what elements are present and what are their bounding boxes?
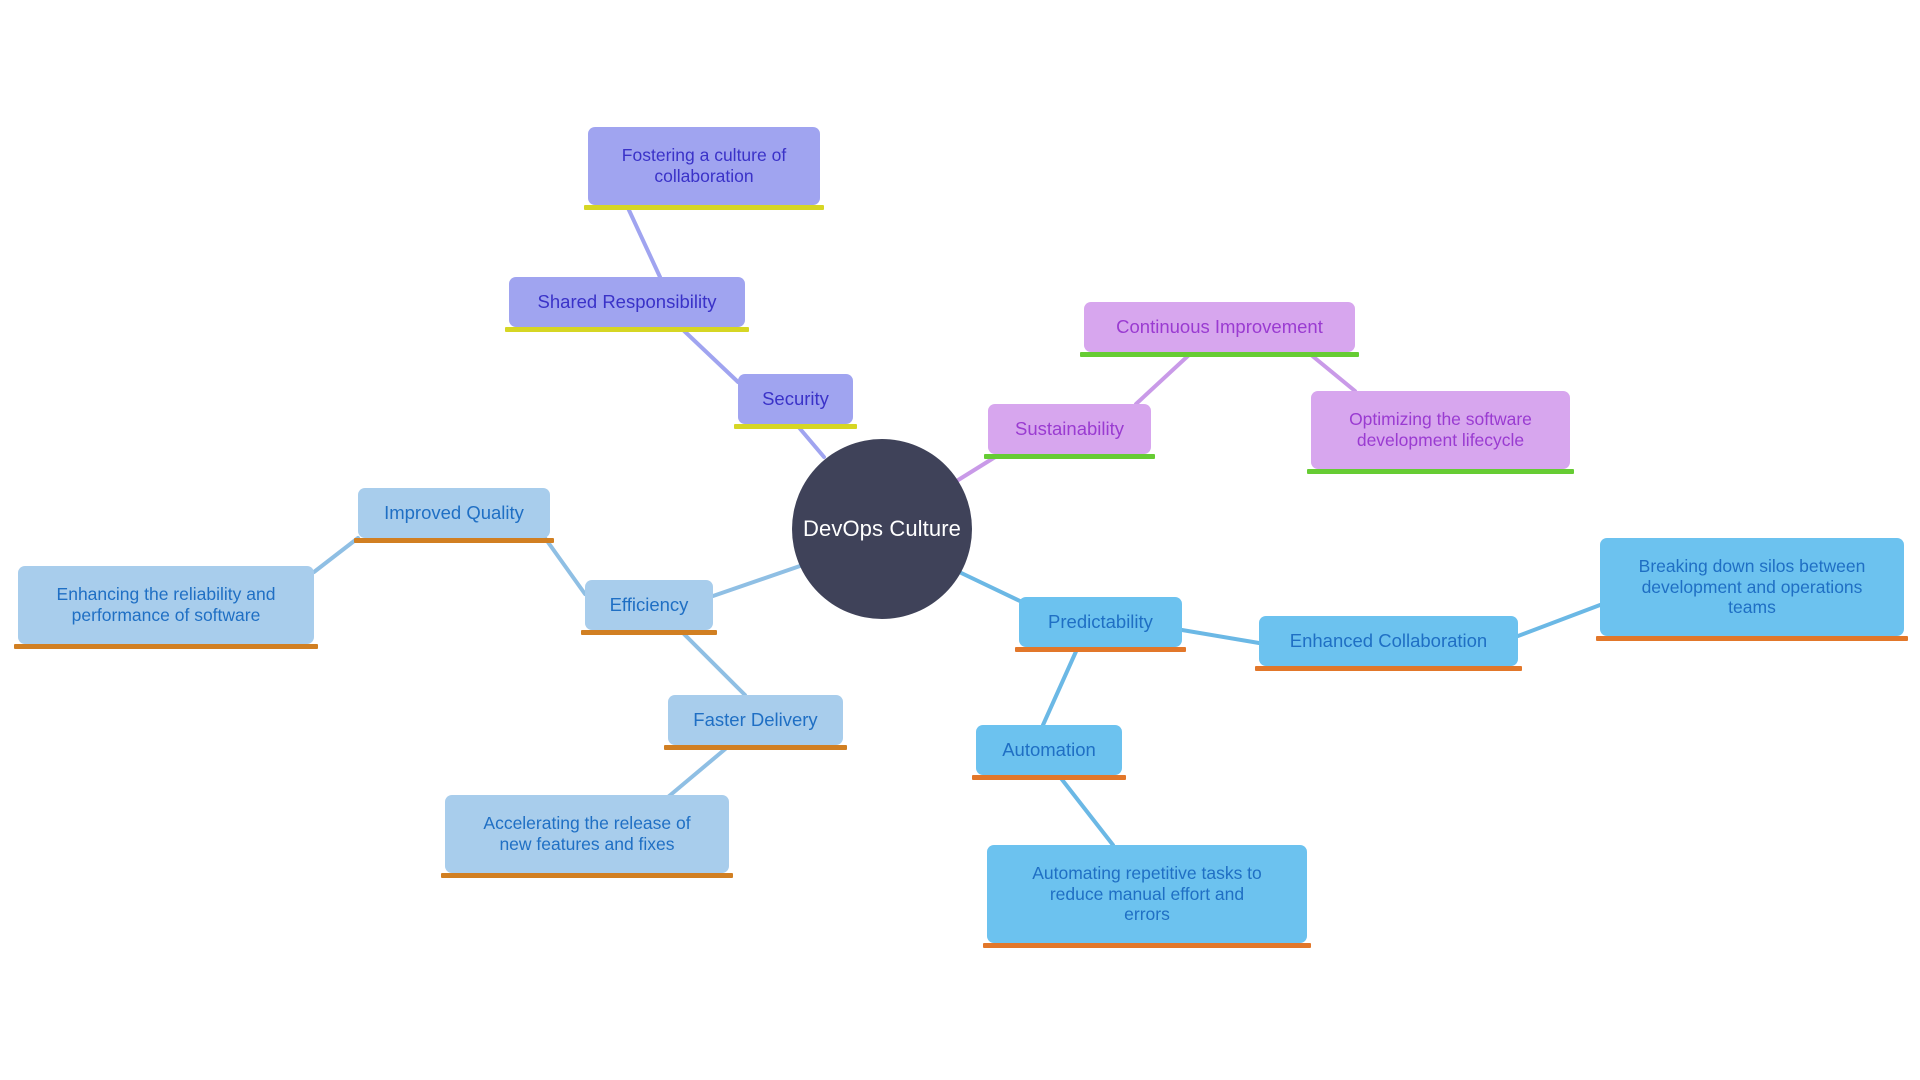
node-label-automating: Automating repetitive tasks to reduce ma… xyxy=(1032,863,1262,925)
node-label-enhancing: Enhancing the reliability and performanc… xyxy=(56,584,276,625)
node-sustainability[interactable]: Sustainability xyxy=(984,404,1155,459)
edge-improved-to-enhancing xyxy=(312,536,360,574)
edge-predictability-to-collaboration xyxy=(1180,628,1261,645)
node-predictability[interactable]: Predictability xyxy=(1015,597,1186,652)
node-shared[interactable]: Shared Responsibility xyxy=(505,277,749,332)
node-label-fostering: Fostering a culture of collaboration xyxy=(621,145,787,186)
node-label-efficiency: Efficiency xyxy=(609,594,689,616)
edge-sustainability-to-continuous xyxy=(1134,352,1192,406)
mind-map-canvas: Fostering a culture of collaboration Shar… xyxy=(0,0,1920,1080)
edge-continuous-to-optimizing xyxy=(1308,352,1357,393)
node-continuous[interactable]: Continuous Improvement xyxy=(1080,302,1359,357)
node-label-faster: Faster Delivery xyxy=(693,709,818,731)
node-label-optimizing: Optimizing the software development life… xyxy=(1349,409,1532,450)
root-node-devops-culture[interactable]: DevOps Culture xyxy=(792,439,972,619)
node-silos[interactable]: Breaking down silos between development … xyxy=(1596,538,1908,641)
node-faster[interactable]: Faster Delivery xyxy=(664,695,847,750)
node-label-silos: Breaking down silos between development … xyxy=(1638,556,1866,618)
node-optimizing[interactable]: Optimizing the software development life… xyxy=(1307,391,1574,474)
node-label-shared: Shared Responsibility xyxy=(537,291,717,313)
node-automating[interactable]: Automating repetitive tasks to reduce ma… xyxy=(983,845,1311,948)
node-security[interactable]: Security xyxy=(734,374,857,429)
edge-efficiency-to-improved xyxy=(543,536,587,596)
root-node-label: DevOps Culture xyxy=(803,516,961,541)
node-label-sustainability: Sustainability xyxy=(1014,418,1124,440)
node-automation[interactable]: Automation xyxy=(972,725,1126,780)
node-efficiency[interactable]: Efficiency xyxy=(581,580,717,635)
node-improved[interactable]: Improved Quality xyxy=(354,488,554,543)
node-collaboration[interactable]: Enhanced Collaboration xyxy=(1255,616,1522,671)
edge-automation-to-automating xyxy=(1058,775,1115,847)
node-label-security: Security xyxy=(762,388,829,410)
edge-efficiency-to-faster xyxy=(678,628,747,697)
node-enhancing[interactable]: Enhancing the reliability and performanc… xyxy=(14,566,318,649)
edge-security-to-shared xyxy=(678,325,740,384)
edge-shared-to-fostering xyxy=(626,206,662,279)
node-label-improved: Improved Quality xyxy=(384,502,524,524)
node-label-collaboration: Enhanced Collaboration xyxy=(1289,630,1488,652)
node-label-continuous: Continuous Improvement xyxy=(1116,316,1323,338)
node-fostering[interactable]: Fostering a culture of collaboration xyxy=(584,127,824,210)
edge-collaboration-to-silos xyxy=(1516,603,1602,638)
edge-predictability-to-automation xyxy=(1041,645,1080,727)
node-label-automation: Automation xyxy=(1002,739,1096,761)
node-accelerating[interactable]: Accelerating the release of new features… xyxy=(441,795,733,878)
edge-root-to-predictability xyxy=(953,568,1024,604)
node-label-accelerating: Accelerating the release of new features… xyxy=(483,813,691,854)
node-label-predictability: Predictability xyxy=(1048,611,1153,633)
edge-faster-to-accelerating xyxy=(666,743,732,799)
edge-root-to-efficiency xyxy=(711,564,802,598)
